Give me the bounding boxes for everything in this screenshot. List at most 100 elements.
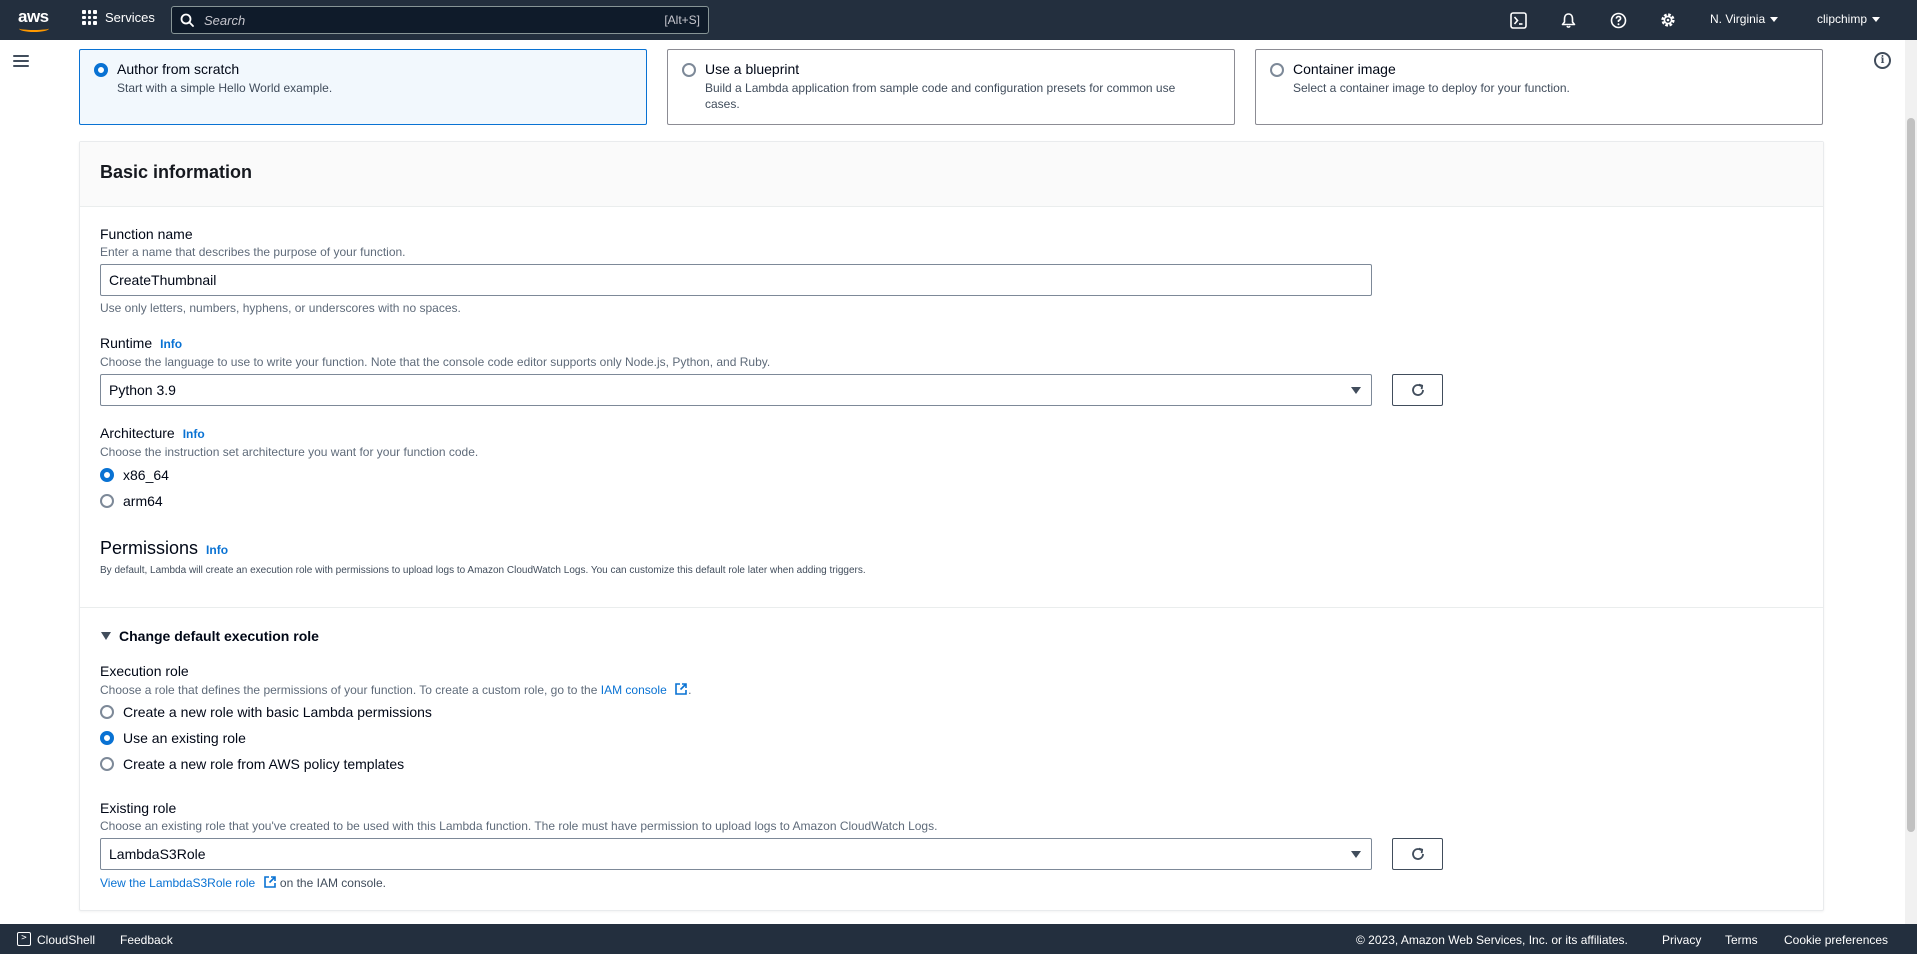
account-menu[interactable]: clipchimp [1817, 12, 1881, 26]
execution-option-label: Create a new role from AWS policy templa… [123, 756, 405, 772]
search-placeholder: Search [204, 12, 246, 28]
caret-down-icon [1872, 16, 1881, 22]
execution-role-radio[interactable] [100, 731, 114, 745]
architecture-description: Choose the instruction set architecture … [100, 445, 479, 459]
function-name-constraint: Use only letters, numbers, hyphens, or u… [100, 301, 461, 315]
change-execution-role-expander[interactable]: Change default execution role [101, 628, 319, 644]
services-label: Services [105, 10, 155, 25]
option-author-from-scratch[interactable]: Author from scratch Start with a simple … [79, 49, 647, 125]
function-name-label: Function name [100, 226, 193, 242]
runtime-value: Python 3.9 [109, 382, 176, 398]
execution-option-new-basic-role[interactable]: Create a new role with basic Lambda perm… [100, 704, 432, 720]
panel-title: Basic information [100, 162, 253, 182]
existing-role-select[interactable]: LambdaS3Role [100, 838, 1372, 870]
execution-role-description: Choose a role that defines the permissio… [100, 682, 691, 697]
aws-smile-icon [19, 25, 49, 32]
architecture-radio[interactable] [100, 468, 114, 482]
runtime-refresh-button[interactable] [1392, 374, 1443, 406]
execution-option-label: Create a new role with basic Lambda perm… [123, 704, 432, 720]
cloudshell-icon[interactable] [1508, 10, 1528, 30]
privacy-link[interactable]: Privacy [1662, 933, 1701, 947]
option-use-a-blueprint[interactable]: Use a blueprint Build a Lambda applicati… [667, 49, 1235, 125]
cookie-preferences-link[interactable]: Cookie preferences [1784, 933, 1888, 947]
existing-role-value: LambdaS3Role [109, 846, 206, 862]
caret-down-icon [101, 632, 111, 640]
view-role-suffix: on the IAM console. [279, 876, 386, 890]
permissions-description: By default, Lambda will create an execut… [100, 565, 866, 576]
view-role-row: View the LambdaS3Role role on the IAM co… [100, 875, 386, 890]
existing-role-label: Existing role [100, 800, 177, 816]
option-radio[interactable] [94, 63, 108, 77]
caret-down-icon [1351, 851, 1361, 858]
info-panel-icon[interactable]: i [1874, 52, 1891, 69]
basic-information-panel: Basic information Function name Enter a … [79, 141, 1824, 911]
function-name-description: Enter a name that describes the purpose … [100, 245, 406, 259]
execution-option-existing-role[interactable]: Use an existing role [100, 730, 246, 746]
execution-role-radio[interactable] [100, 705, 114, 719]
settings-icon[interactable] [1658, 10, 1678, 30]
refresh-icon [1411, 383, 1424, 396]
scrollbar-thumb[interactable] [1907, 118, 1915, 832]
architecture-radio[interactable] [100, 494, 114, 508]
help-icon[interactable] [1608, 10, 1628, 30]
architecture-info-link[interactable]: Info [183, 427, 205, 441]
copyright-text: © 2023, Amazon Web Services, Inc. or its… [1356, 933, 1628, 947]
runtime-select[interactable]: Python 3.9 [100, 374, 1372, 406]
option-description: Start with a simple Hello World example. [117, 81, 333, 95]
architecture-option-x86-64[interactable]: x86_64 [100, 467, 169, 483]
grid-icon [82, 10, 97, 25]
option-radio[interactable] [1270, 63, 1284, 77]
bell-icon[interactable] [1558, 10, 1578, 30]
execution-option-label: Use an existing role [123, 730, 246, 746]
permissions-info-link[interactable]: Info [206, 543, 228, 557]
refresh-icon [1411, 847, 1424, 860]
architecture-label: Architecture [100, 425, 175, 441]
option-container-image[interactable]: Container image Select a container image… [1255, 49, 1823, 125]
region-selector[interactable]: N. Virginia [1710, 12, 1779, 26]
search-icon [180, 13, 194, 27]
search-input[interactable]: Search [Alt+S] [171, 6, 709, 34]
external-link-icon [675, 683, 687, 695]
architecture-option-label: arm64 [123, 493, 163, 509]
architecture-option-arm64[interactable]: arm64 [100, 493, 163, 509]
option-title: Use a blueprint [705, 61, 800, 77]
option-description: Build a Lambda application from sample c… [705, 81, 1176, 111]
runtime-description: Choose the language to use to write your… [100, 355, 771, 369]
architecture-label-row: Architecture Info [100, 425, 205, 441]
top-navigation: aws Services Search [Alt+S] N. Virginia … [0, 0, 1917, 40]
existing-role-refresh-button[interactable] [1392, 838, 1443, 870]
caret-down-icon [1351, 387, 1361, 394]
execution-option-policy-templates[interactable]: Create a new role from AWS policy templa… [100, 756, 404, 772]
execution-role-label: Execution role [100, 663, 189, 679]
description-period: . [688, 683, 692, 697]
option-title: Author from scratch [117, 61, 240, 77]
permissions-heading-row: Permissions Info [100, 538, 228, 559]
section-divider [80, 607, 1823, 608]
caret-down-icon [1770, 16, 1779, 22]
option-radio[interactable] [682, 63, 696, 77]
cloudshell-link[interactable]: CloudShell [37, 933, 95, 947]
console-footer: > CloudShell Feedback © 2023, Amazon Web… [0, 924, 1917, 954]
feedback-link[interactable]: Feedback [120, 933, 173, 947]
view-role-link[interactable]: View the LambdaS3Role role [100, 876, 255, 890]
iam-console-link[interactable]: IAM console [601, 683, 667, 697]
services-menu-button[interactable]: Services [82, 10, 155, 25]
function-name-input[interactable]: CreateThumbnail [100, 264, 1372, 296]
execution-role-description-text: Choose a role that defines the permissio… [100, 683, 598, 697]
runtime-info-link[interactable]: Info [160, 337, 182, 351]
cloudshell-icon[interactable]: > [17, 932, 31, 946]
existing-role-description: Choose an existing role that you've crea… [100, 819, 938, 833]
execution-role-radio[interactable] [100, 757, 114, 771]
terms-link[interactable]: Terms [1725, 933, 1758, 947]
account-label: clipchimp [1817, 12, 1868, 26]
option-description: Select a container image to deploy for y… [1293, 81, 1570, 95]
expander-label: Change default execution role [119, 628, 319, 644]
menu-icon[interactable] [13, 55, 29, 67]
aws-logo[interactable]: aws [18, 8, 52, 32]
page-scrollbar[interactable] [1905, 40, 1917, 924]
option-title: Container image [1293, 61, 1396, 77]
architecture-option-label: x86_64 [123, 467, 169, 483]
aws-logo-text: aws [18, 7, 49, 26]
permissions-heading: Permissions [100, 538, 199, 558]
panel-header: Basic information [80, 142, 1823, 207]
